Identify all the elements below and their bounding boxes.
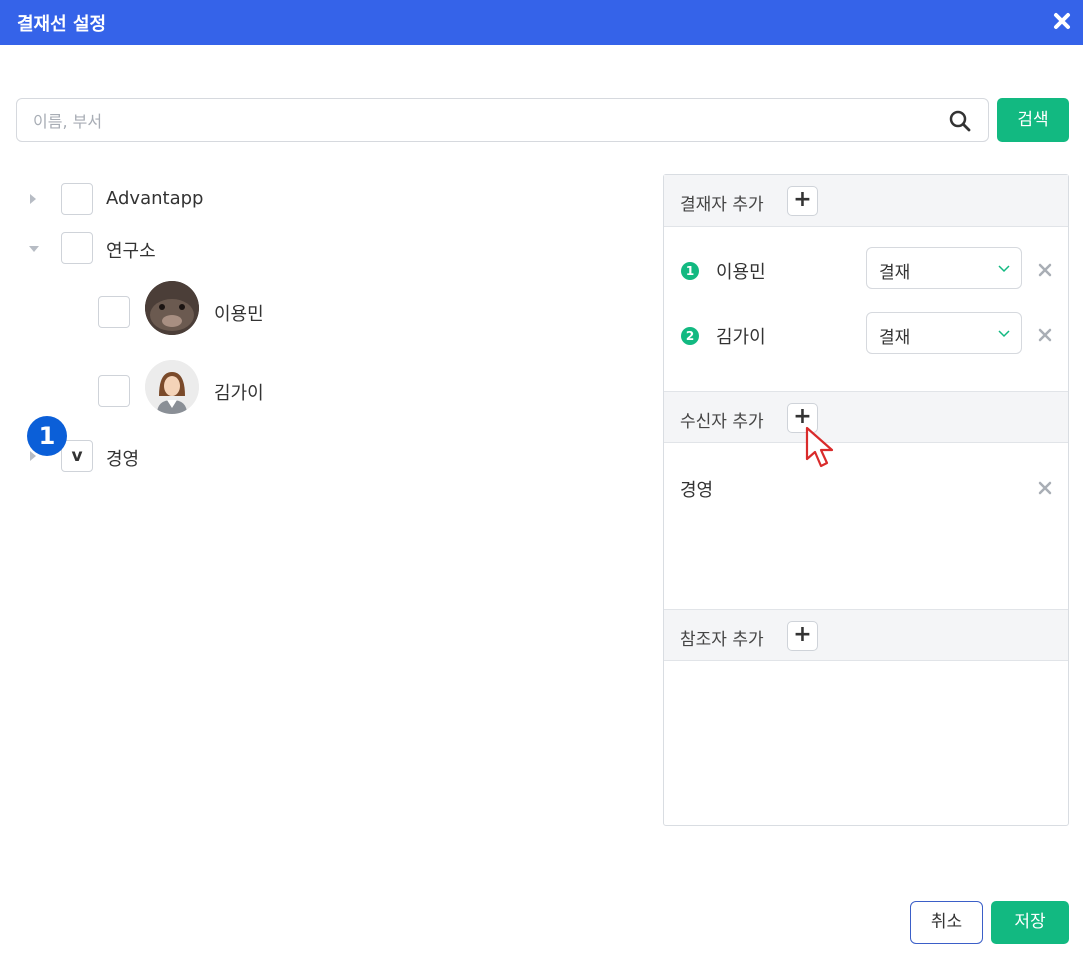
approvers-header-label: 결재자 추가 xyxy=(680,195,764,215)
tree-label-management: 경영 xyxy=(106,449,140,470)
approval-type-select[interactable]: 결재 xyxy=(866,247,1022,289)
tree-checkbox-management[interactable]: v xyxy=(61,440,93,472)
remove-receiver-icon[interactable] xyxy=(1038,480,1052,495)
search-button[interactable]: 검색 xyxy=(997,98,1069,142)
tree-checkbox-research[interactable] xyxy=(61,232,93,264)
expand-arrow-icon[interactable] xyxy=(30,194,36,204)
add-approver-button[interactable]: + xyxy=(787,186,818,216)
dialog-title: 결재선 설정 xyxy=(17,14,107,35)
avatar xyxy=(145,360,199,414)
remove-approver-icon[interactable] xyxy=(1038,327,1052,342)
approvers-header: 결재자 추가 + xyxy=(664,175,1068,227)
close-icon[interactable] xyxy=(1051,10,1073,32)
references-header: 참조자 추가 + xyxy=(664,609,1068,661)
add-reference-button[interactable]: + xyxy=(787,621,818,651)
approval-type-value: 결재 xyxy=(879,263,911,283)
tree-checkbox-advantapp[interactable] xyxy=(61,183,93,215)
approval-type-select[interactable]: 결재 xyxy=(866,312,1022,354)
tree-checkbox-user-1[interactable] xyxy=(98,296,130,328)
receivers-header: 수신자 추가 + xyxy=(664,391,1068,443)
remove-approver-icon[interactable] xyxy=(1038,262,1052,277)
order-badge: 1 xyxy=(681,262,699,280)
cancel-button[interactable]: 취소 xyxy=(910,901,983,944)
save-button[interactable]: 저장 xyxy=(991,901,1069,944)
approval-type-value: 결재 xyxy=(879,328,911,348)
tree-label-user-2: 김가이 xyxy=(214,383,264,404)
chevron-down-icon xyxy=(997,261,1011,275)
approval-line-panel: 결재자 추가 + 1 이용민 결재 2 김가이 결재 수신자 추가 + 경영 참… xyxy=(663,174,1069,826)
receivers-header-label: 수신자 추가 xyxy=(680,412,764,432)
collapse-arrow-icon[interactable] xyxy=(29,246,39,252)
approver-name: 김가이 xyxy=(716,327,766,348)
dialog-title-bar: 결재선 설정 xyxy=(0,0,1083,45)
step-badge: 1 xyxy=(27,416,67,456)
pointer-cursor-icon xyxy=(804,425,840,479)
tree-label-research: 연구소 xyxy=(106,241,156,262)
approver-name: 이용민 xyxy=(716,262,766,283)
search-icon[interactable] xyxy=(948,109,972,133)
search-input[interactable] xyxy=(33,109,933,133)
tree-label-user-1: 이용민 xyxy=(214,304,264,325)
tree-checkbox-user-2[interactable] xyxy=(98,375,130,407)
order-badge: 2 xyxy=(681,327,699,345)
avatar xyxy=(145,281,199,335)
references-header-label: 참조자 추가 xyxy=(680,630,764,650)
chevron-down-icon xyxy=(997,326,1011,340)
tree-label-advantapp: Advantapp xyxy=(106,188,204,209)
receiver-name: 경영 xyxy=(680,480,714,501)
search-box xyxy=(16,98,989,142)
